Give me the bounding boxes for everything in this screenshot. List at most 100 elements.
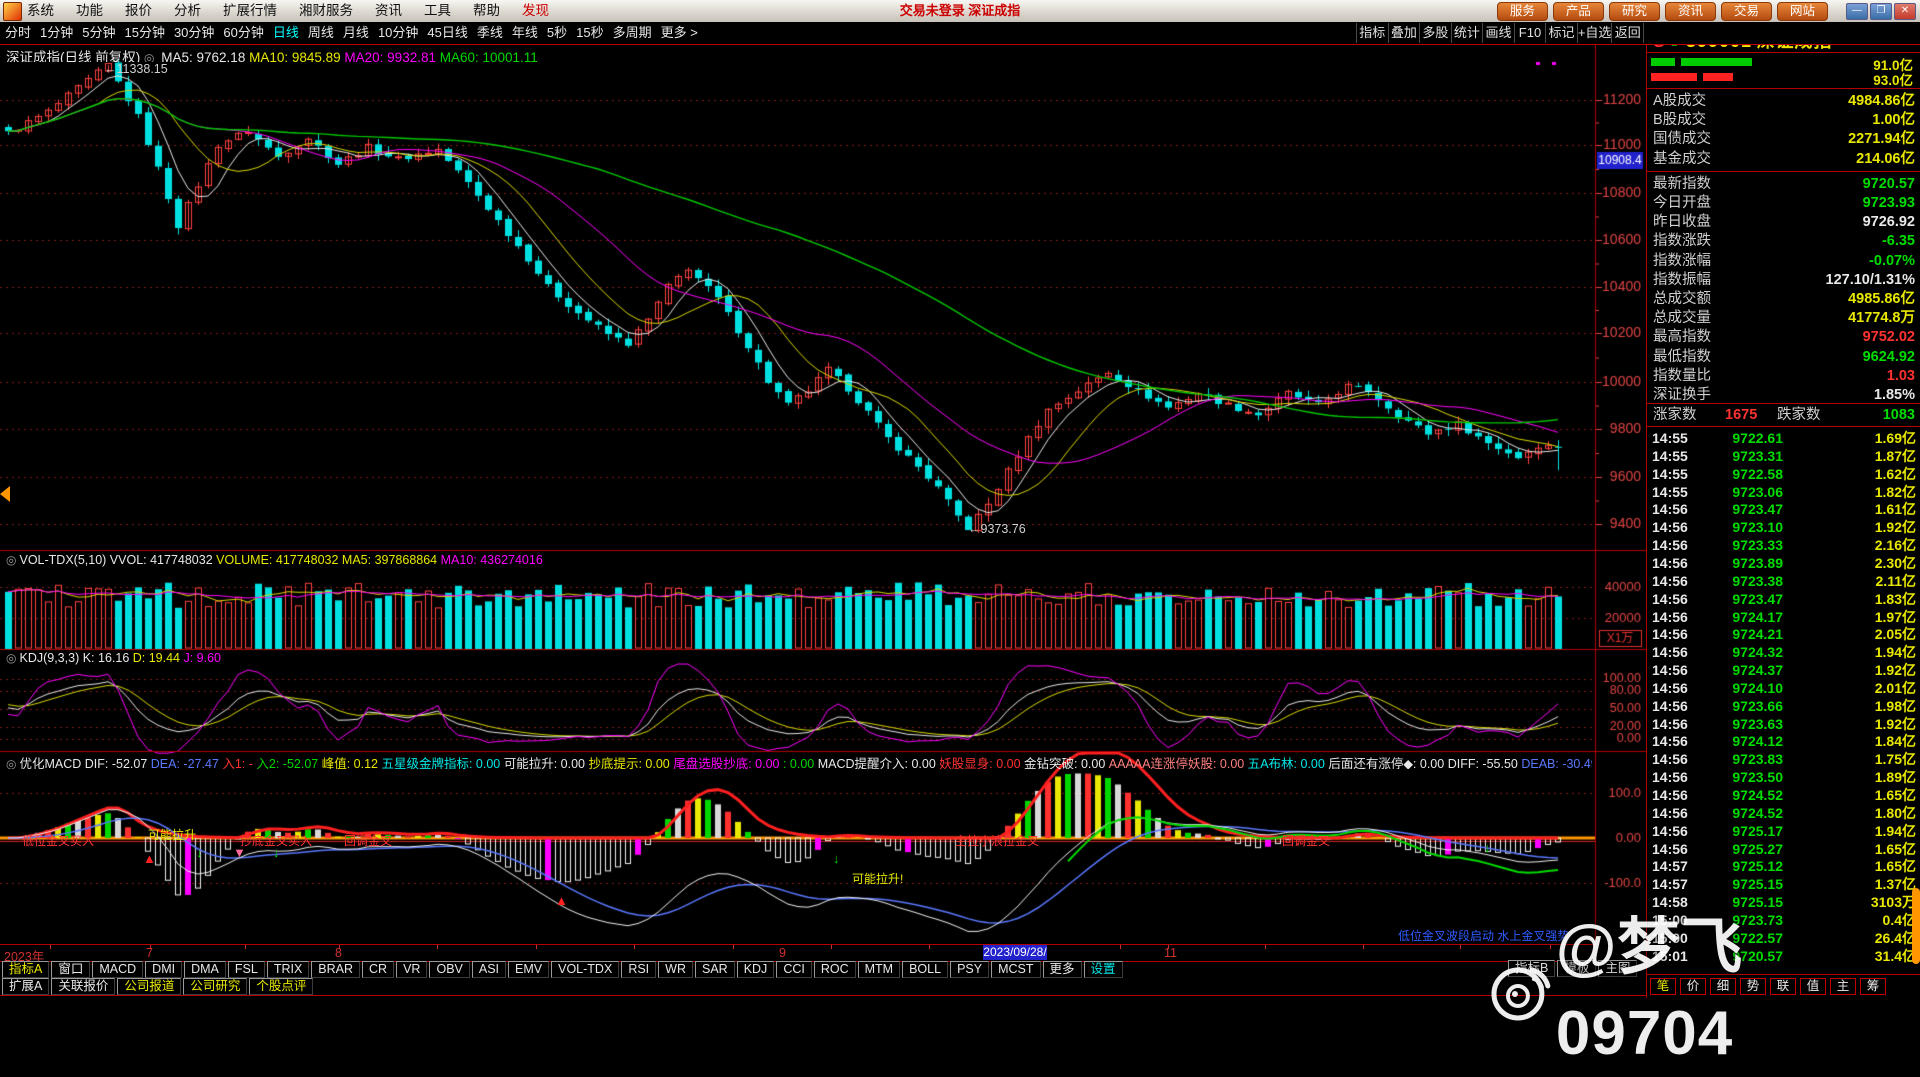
toolbar-button-统计[interactable]: 统计 <box>1451 23 1483 43</box>
tab-WR[interactable]: WR <box>658 961 693 978</box>
collapse-icon[interactable]: ◎ <box>144 51 154 62</box>
tab-TRIX[interactable]: TRIX <box>267 961 309 978</box>
tab-PSY[interactable]: PSY <box>950 961 989 978</box>
tick-row[interactable]: 14:559723.311.87亿 <box>1647 447 1920 465</box>
period-1分钟[interactable]: 1分钟 <box>40 22 73 44</box>
tick-row[interactable]: 14:569724.371.92亿 <box>1647 661 1920 679</box>
tick-row[interactable]: 14:569723.101.92亿 <box>1647 518 1920 536</box>
period-60分钟[interactable]: 60分钟 <box>223 22 263 44</box>
tick-row[interactable]: 14:569725.171.94亿 <box>1647 822 1920 840</box>
menu-资讯[interactable]: 资讯 <box>364 0 413 22</box>
tab-MACD[interactable]: MACD <box>92 961 143 978</box>
tab-更多[interactable]: 更多 <box>1043 961 1082 978</box>
tick-row[interactable]: 14:569724.102.01亿 <box>1647 679 1920 697</box>
tick-row[interactable]: 14:569724.121.84亿 <box>1647 732 1920 750</box>
tab-DMI[interactable]: DMI <box>145 961 182 978</box>
menu-功能[interactable]: 功能 <box>65 0 114 22</box>
tick-row[interactable]: 14:579725.121.65亿 <box>1647 857 1920 875</box>
period-分时[interactable]: 分时 <box>5 22 31 44</box>
tick-row[interactable]: 14:569723.471.61亿 <box>1647 500 1920 518</box>
tick-row[interactable]: 14:569724.521.65亿 <box>1647 786 1920 804</box>
tick-row[interactable]: 14:569724.321.94亿 <box>1647 643 1920 661</box>
period-5秒[interactable]: 5秒 <box>547 22 567 44</box>
tick-row[interactable]: 14:569723.471.83亿 <box>1647 590 1920 608</box>
tab-公司研究[interactable]: 公司研究 <box>183 978 247 995</box>
pane-collapse-arrow-icon[interactable] <box>0 486 10 502</box>
close-button[interactable]: ✕ <box>1894 3 1916 20</box>
tab-SAR[interactable]: SAR <box>695 961 735 978</box>
tick-row[interactable]: 14:569723.831.75亿 <box>1647 750 1920 768</box>
toolbar-button-F10[interactable]: F10 <box>1514 23 1546 43</box>
tab-MCST[interactable]: MCST <box>991 961 1040 978</box>
tab-FSL[interactable]: FSL <box>228 961 265 978</box>
collapse-icon[interactable]: ◎ <box>6 757 16 769</box>
toolbar-button-指标[interactable]: 指标 <box>1356 23 1388 43</box>
tab-MTM[interactable]: MTM <box>858 961 900 978</box>
tab-扩展A[interactable]: 扩展A <box>2 978 49 995</box>
menu-扩展行情[interactable]: 扩展行情 <box>212 0 288 22</box>
period-周线[interactable]: 周线 <box>308 22 334 44</box>
tab-CR[interactable]: CR <box>362 961 394 978</box>
title-button-研究[interactable]: 研究 <box>1609 2 1660 21</box>
tab-公司报道[interactable]: 公司报道 <box>117 978 181 995</box>
tab-ROC[interactable]: ROC <box>814 961 856 978</box>
title-button-交易[interactable]: 交易 <box>1721 2 1772 21</box>
tick-row[interactable]: 14:569724.212.05亿 <box>1647 625 1920 643</box>
toolbar-button-标记[interactable]: 标记 <box>1545 23 1577 43</box>
period-更多 >[interactable]: 更多 > <box>661 22 698 44</box>
tick-row[interactable]: 14:569723.892.30亿 <box>1647 554 1920 572</box>
period-日线[interactable]: 日线 <box>273 22 299 44</box>
tick-row[interactable]: 14:559723.061.82亿 <box>1647 483 1920 501</box>
tab-RSI[interactable]: RSI <box>621 961 656 978</box>
toolbar-button-返回[interactable]: 返回 <box>1611 23 1644 43</box>
tab-VOL-TDX[interactable]: VOL-TDX <box>551 961 619 978</box>
toolbar-button-+自选[interactable]: +自选 <box>1577 23 1612 43</box>
tick-row[interactable]: 14:559722.611.69亿 <box>1647 429 1920 447</box>
period-季线[interactable]: 季线 <box>477 22 503 44</box>
period-5分钟[interactable]: 5分钟 <box>82 22 115 44</box>
tab-BOLL[interactable]: BOLL <box>902 961 948 978</box>
collapse-icon[interactable]: ◎ <box>6 553 16 567</box>
tab-ASI[interactable]: ASI <box>472 961 506 978</box>
tab-KDJ[interactable]: KDJ <box>737 961 775 978</box>
menu-报价[interactable]: 报价 <box>114 0 163 22</box>
menu-分析[interactable]: 分析 <box>163 0 212 22</box>
period-15秒[interactable]: 15秒 <box>576 22 603 44</box>
tick-row[interactable]: 14:569723.501.89亿 <box>1647 768 1920 786</box>
restore-button[interactable]: ❐ <box>1870 3 1892 20</box>
tab-BRAR[interactable]: BRAR <box>311 961 360 978</box>
tab-DMA[interactable]: DMA <box>184 961 226 978</box>
period-多周期[interactable]: 多周期 <box>613 22 652 44</box>
title-button-服务[interactable]: 服务 <box>1497 2 1548 21</box>
tab-OBV[interactable]: OBV <box>429 961 469 978</box>
period-15分钟[interactable]: 15分钟 <box>124 22 164 44</box>
tab-指标A[interactable]: 指标A <box>2 961 49 978</box>
period-年线[interactable]: 年线 <box>512 22 538 44</box>
tick-row[interactable]: 14:569725.271.65亿 <box>1647 840 1920 858</box>
minimize-button[interactable]: — <box>1846 3 1868 20</box>
menu-系统[interactable]: 系统 <box>16 0 65 22</box>
tab-设置[interactable]: 设置 <box>1084 961 1123 978</box>
collapse-icon[interactable]: ◎ <box>6 651 16 665</box>
toolbar-button-叠加[interactable]: 叠加 <box>1388 23 1420 43</box>
period-45日线[interactable]: 45日线 <box>427 22 467 44</box>
tick-row[interactable]: 14:569723.382.11亿 <box>1647 572 1920 590</box>
tab-窗口[interactable]: 窗口 <box>51 961 90 978</box>
tick-row[interactable]: 14:569724.171.97亿 <box>1647 608 1920 626</box>
tab-VR[interactable]: VR <box>396 961 427 978</box>
tab-EMV[interactable]: EMV <box>508 961 549 978</box>
tick-row[interactable]: 14:569723.631.92亿 <box>1647 715 1920 733</box>
period-月线[interactable]: 月线 <box>343 22 369 44</box>
tab-CCI[interactable]: CCI <box>776 961 812 978</box>
toolbar-button-画线[interactable]: 画线 <box>1482 23 1514 43</box>
tab-关联报价[interactable]: 关联报价 <box>51 978 115 995</box>
menu-帮助[interactable]: 帮助 <box>462 0 511 22</box>
period-30分钟[interactable]: 30分钟 <box>174 22 214 44</box>
title-button-资讯[interactable]: 资讯 <box>1665 2 1716 21</box>
title-button-产品[interactable]: 产品 <box>1553 2 1604 21</box>
title-button-网站[interactable]: 网站 <box>1777 2 1828 21</box>
tab-个股点评[interactable]: 个股点评 <box>249 978 313 995</box>
tick-row[interactable]: 14:569724.521.80亿 <box>1647 804 1920 822</box>
menu-发现[interactable]: 发现 <box>511 0 560 22</box>
tick-row[interactable]: 14:559722.581.62亿 <box>1647 465 1920 483</box>
